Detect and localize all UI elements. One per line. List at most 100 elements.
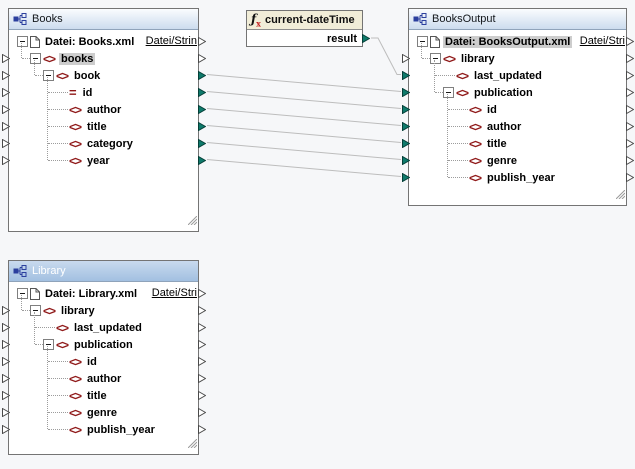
tree-node-file[interactable]: Datei: BooksOutput.xml Datei/Stri — [409, 33, 626, 50]
tree-node-publish_year[interactable]: <> publish_year — [409, 169, 626, 186]
tree-node-library[interactable]: <> library — [409, 50, 626, 67]
component-booksoutput-titlebar[interactable]: BooksOutput — [409, 9, 626, 30]
tree-node-title[interactable]: <> title — [9, 387, 198, 404]
input-connector-author[interactable] — [2, 374, 10, 383]
collapse-icon[interactable] — [443, 87, 454, 98]
output-connector-last_updated[interactable] — [198, 323, 206, 332]
collapse-icon[interactable] — [43, 70, 54, 81]
output-connector-category[interactable] — [198, 139, 206, 148]
collapse-icon[interactable] — [30, 53, 41, 64]
output-connector-genre[interactable] — [626, 156, 634, 165]
output-connector-genre[interactable] — [198, 408, 206, 417]
tree-node-id[interactable]: = id — [9, 84, 198, 101]
output-connector-publish_year[interactable] — [626, 173, 634, 182]
tree-node-publish_year[interactable]: <> publish_year — [9, 421, 198, 438]
function-current-datetime[interactable]: ƒx current-dateTime result — [246, 10, 363, 47]
tree-node-year[interactable]: <> year — [9, 152, 198, 169]
input-connector-id[interactable] — [402, 105, 410, 114]
tree-node-file[interactable]: Datei: Books.xml Datei/Strin — [9, 33, 198, 50]
component-books-titlebar[interactable]: Books — [9, 9, 198, 30]
collapse-icon[interactable] — [43, 339, 54, 350]
input-connector-author[interactable] — [2, 105, 10, 114]
tree-node-books[interactable]: <> books — [9, 50, 198, 67]
input-connector-last_updated[interactable] — [2, 323, 10, 332]
output-connector-book[interactable] — [198, 71, 206, 80]
input-connector-author[interactable] — [402, 122, 410, 131]
connection-id-to-id[interactable] — [207, 92, 401, 109]
tree-node-genre[interactable]: <> genre — [409, 152, 626, 169]
output-connector-title[interactable] — [198, 391, 206, 400]
output-connector-library[interactable] — [198, 306, 206, 315]
input-connector-genre[interactable] — [2, 408, 10, 417]
output-connector-id[interactable] — [198, 357, 206, 366]
output-connector-year[interactable] — [198, 156, 206, 165]
tree-node-title[interactable]: <> title — [9, 118, 198, 135]
input-connector-publish_year[interactable] — [402, 173, 410, 182]
collapse-icon[interactable] — [17, 36, 28, 47]
file-string-toggle[interactable]: Datei/Stri — [152, 287, 197, 299]
tree-node-genre[interactable]: <> genre — [9, 404, 198, 421]
component-booksoutput[interactable]: BooksOutput Datei: BooksOutput.xml Datei… — [408, 8, 627, 206]
connection-year-to-publish_year[interactable] — [207, 160, 401, 177]
input-connector-year[interactable] — [2, 156, 10, 165]
output-connector-title[interactable] — [626, 139, 634, 148]
input-connector-library[interactable] — [2, 306, 10, 315]
file-string-toggle[interactable]: Datei/Stri — [580, 35, 625, 47]
resize-grip[interactable] — [188, 435, 197, 453]
input-connector-title[interactable] — [402, 139, 410, 148]
tree-node-author[interactable]: <> author — [9, 101, 198, 118]
resize-grip[interactable] — [616, 186, 625, 204]
tree-node-id[interactable]: <> id — [9, 353, 198, 370]
input-connector-publish_year[interactable] — [2, 425, 10, 434]
connection-title-to-title[interactable] — [207, 126, 401, 143]
output-connector-author[interactable] — [626, 122, 634, 131]
connection-category-to-genre[interactable] — [207, 143, 401, 160]
output-connector-id[interactable] — [626, 105, 634, 114]
connection-result-to-last_updated[interactable] — [371, 38, 401, 75]
component-library-titlebar[interactable]: Library — [9, 261, 198, 282]
input-connector-title[interactable] — [2, 122, 10, 131]
resize-grip[interactable] — [188, 212, 197, 230]
collapse-icon[interactable] — [17, 288, 28, 299]
connection-author-to-author[interactable] — [207, 109, 401, 126]
input-connector-id[interactable] — [2, 357, 10, 366]
input-connector-id[interactable] — [2, 88, 10, 97]
input-connector-books[interactable] — [2, 54, 10, 63]
tree-node-library[interactable]: <> library — [9, 302, 198, 319]
collapse-icon[interactable] — [430, 53, 441, 64]
tree-node-id[interactable]: <> id — [409, 101, 626, 118]
component-library[interactable]: Library Datei: Library.xml Datei/Stri <>… — [8, 260, 199, 455]
tree-node-title[interactable]: <> title — [409, 135, 626, 152]
tree-node-file[interactable]: Datei: Library.xml Datei/Stri — [9, 285, 198, 302]
input-connector-last_updated[interactable] — [402, 71, 410, 80]
output-connector-publication[interactable] — [198, 340, 206, 349]
collapse-icon[interactable] — [30, 305, 41, 316]
input-connector-category[interactable] — [2, 139, 10, 148]
output-connector-library[interactable] — [626, 54, 634, 63]
output-connector-last_updated[interactable] — [626, 71, 634, 80]
output-connector-publication[interactable] — [626, 88, 634, 97]
output-connector-publish_year[interactable] — [198, 425, 206, 434]
tree-node-author[interactable]: <> author — [409, 118, 626, 135]
output-connector-id[interactable] — [198, 88, 206, 97]
input-connector-genre[interactable] — [402, 156, 410, 165]
input-connector-book[interactable] — [2, 71, 10, 80]
function-titlebar[interactable]: ƒx current-dateTime — [247, 11, 362, 30]
tree-node-category[interactable]: <> category — [9, 135, 198, 152]
collapse-icon[interactable] — [417, 36, 428, 47]
component-books[interactable]: Books Datei: Books.xml Datei/Strin <> bo… — [8, 8, 199, 232]
input-connector-publication[interactable] — [402, 88, 410, 97]
tree-node-author[interactable]: <> author — [9, 370, 198, 387]
input-connector-title[interactable] — [2, 391, 10, 400]
output-connector-title[interactable] — [198, 122, 206, 131]
output-connector-file[interactable] — [198, 37, 206, 46]
output-connector-file[interactable] — [198, 289, 206, 298]
output-connector-books[interactable] — [198, 54, 206, 63]
output-connector-author[interactable] — [198, 105, 206, 114]
file-string-toggle[interactable]: Datei/Strin — [146, 35, 197, 47]
output-connector-file[interactable] — [626, 37, 634, 46]
input-connector-publication[interactable] — [2, 340, 10, 349]
output-connector-author[interactable] — [198, 374, 206, 383]
output-connector-result[interactable] — [362, 34, 370, 43]
function-result-row[interactable]: result — [247, 30, 362, 47]
